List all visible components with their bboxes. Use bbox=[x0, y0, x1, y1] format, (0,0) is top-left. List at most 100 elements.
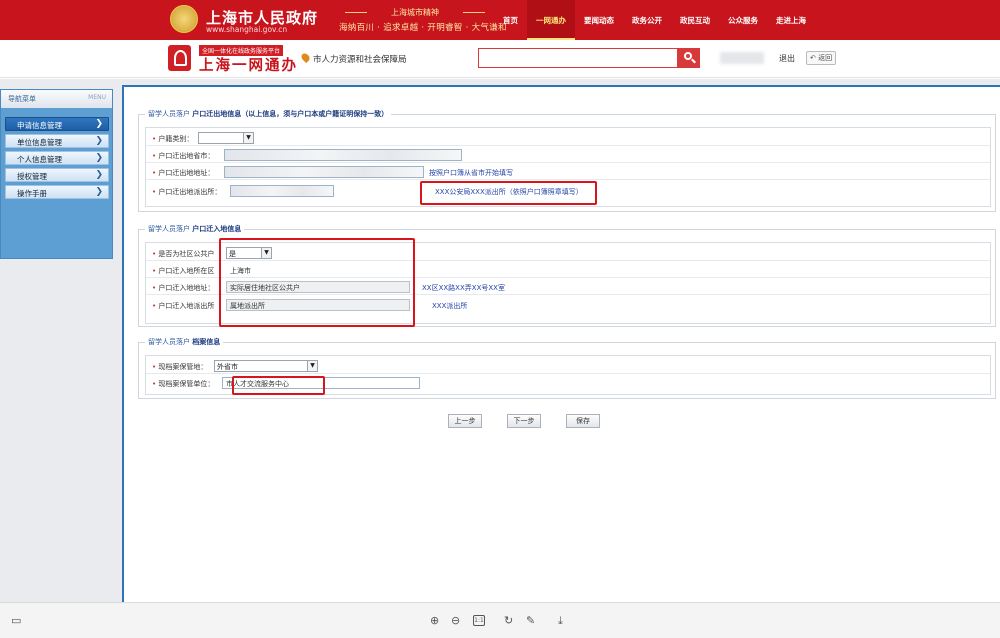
decorative-dash bbox=[345, 12, 367, 13]
province-city-row: • 户口迁出地省市： bbox=[146, 147, 990, 163]
immigration-address-hint: XX区XX路XX弄XX号XX室 bbox=[422, 284, 505, 292]
field-label: • 户口迁出地派出所： bbox=[152, 188, 222, 196]
legend-prefix: 留学人员落户 bbox=[148, 338, 190, 346]
back-button-label: 返回 bbox=[818, 54, 833, 62]
sidebar-item-manual[interactable]: 操作手册 ❯ bbox=[5, 185, 109, 199]
sidebar-header: 导航菜单 MENU bbox=[1, 90, 112, 108]
dropdown-arrow-icon: ▼ bbox=[243, 133, 253, 143]
field-label: • 户口迁出地省市： bbox=[152, 152, 215, 160]
sidebar-item-label: 个人信息管理 bbox=[17, 155, 62, 164]
field-label-text: 户口迁出地省市： bbox=[158, 152, 215, 160]
nav-public-service[interactable]: 公众服务 bbox=[719, 0, 767, 40]
select-value: 外省市 bbox=[217, 363, 238, 371]
save-button[interactable]: 保存 bbox=[566, 414, 600, 428]
hukou-type-row: • 户籍类别： ▼ bbox=[146, 130, 990, 146]
section-legend: 留学人员落户 户口迁出地信息（以上信息，须与户口本或户籍证明保持一致） bbox=[145, 109, 392, 119]
province-city-input[interactable] bbox=[224, 149, 462, 161]
search-input[interactable] bbox=[478, 48, 678, 68]
legend-title: 户口迁入地信息 bbox=[192, 225, 242, 233]
field-label-text: 户口迁出地地址： bbox=[158, 169, 215, 177]
government-url: www.shanghai.gov.cn bbox=[206, 25, 288, 34]
main-panel: 留学人员落户 户口迁出地信息（以上信息，须与户口本或户籍证明保持一致） • 户籍… bbox=[122, 85, 1000, 602]
hukou-type-select[interactable]: ▼ bbox=[198, 132, 254, 144]
nav-interaction[interactable]: 政民互动 bbox=[671, 0, 719, 40]
viewer-toolbar: ▭ ⊕ ⊖ 1:1 ↻ ✎ ⤓ bbox=[0, 602, 1000, 638]
platform-name[interactable]: 上海一网通办 bbox=[199, 54, 298, 75]
top-banner: 上海市人民政府 www.shanghai.gov.cn 上海城市精神 海纳百川 … bbox=[0, 0, 1000, 40]
nav-about-shanghai[interactable]: 走进上海 bbox=[767, 0, 815, 40]
dropdown-arrow-icon: ▼ bbox=[307, 361, 317, 371]
field-label-text: 户口迁入地派出所 bbox=[158, 302, 215, 310]
top-navigation: 首页 一网通办 要闻动态 政务公开 政民互动 公众服务 走进上海 bbox=[494, 0, 815, 40]
field-label: • 户口迁出地地址： bbox=[152, 169, 215, 177]
sidebar-item-unit[interactable]: 单位信息管理 ❯ bbox=[5, 134, 109, 148]
legend-prefix: 留学人员落户 bbox=[148, 225, 190, 233]
sidebar-item-label: 单位信息管理 bbox=[17, 138, 62, 147]
logout-link[interactable]: 退出 bbox=[779, 53, 795, 64]
highlight-box bbox=[420, 181, 597, 205]
next-step-button[interactable]: 下一步 bbox=[507, 414, 541, 428]
address-row: • 户口迁出地地址： 按照户口簿从省市开始填写 bbox=[146, 164, 990, 180]
field-label-text: 户口迁入地所在区 bbox=[158, 267, 215, 275]
yiwangtongban-logo-icon[interactable] bbox=[168, 45, 191, 71]
highlight-box bbox=[219, 238, 415, 327]
sidebar-title: 导航菜单 bbox=[8, 95, 36, 103]
decorative-dash bbox=[463, 12, 485, 13]
nav-news[interactable]: 要闻动态 bbox=[575, 0, 623, 40]
sidebar-item-authorization[interactable]: 授权管理 ❯ bbox=[5, 168, 109, 182]
zoom-in-icon[interactable]: ⊕ bbox=[430, 614, 439, 627]
field-label-text: 户籍类别： bbox=[158, 135, 194, 143]
legend-title: 户口迁出地信息（以上信息，须与户口本或户籍证明保持一致） bbox=[192, 110, 389, 118]
sidebar-item-personal[interactable]: 个人信息管理 ❯ bbox=[5, 151, 109, 165]
archive-place-select[interactable]: 外省市 ▼ bbox=[214, 360, 318, 372]
nav-yiwangtongban[interactable]: 一网通办 bbox=[527, 0, 575, 40]
field-label: • 是否为社区公共户 bbox=[152, 250, 215, 258]
rotate-icon[interactable]: ↻ bbox=[504, 614, 513, 627]
search-icon-handle bbox=[691, 58, 696, 64]
field-label-text: 现档案保管单位： bbox=[158, 380, 215, 388]
panel-toggle-icon[interactable]: ▭ bbox=[11, 614, 21, 627]
archive-place-row: • 现档案保管地： 外省市 ▼ bbox=[146, 358, 990, 374]
platform-bar: 全国一体化在线政务服务平台 上海一网通办 市人力资源和社会保障局 退出 ↶ 返回 bbox=[0, 40, 1000, 78]
sidebar-menu-tag: MENU bbox=[88, 94, 106, 101]
edit-pencil-icon[interactable]: ✎ bbox=[526, 614, 535, 627]
field-label: • 户籍类别： bbox=[152, 135, 194, 143]
zoom-out-icon[interactable]: ⊖ bbox=[451, 614, 460, 627]
immigration-police-hint: XXX派出所 bbox=[432, 302, 468, 310]
emigration-police-station-input[interactable] bbox=[230, 185, 334, 197]
search-button[interactable] bbox=[678, 48, 700, 68]
legend-prefix: 留学人员落户 bbox=[148, 110, 190, 118]
city-spirit-heading: 上海城市精神 bbox=[345, 7, 485, 17]
highlight-box bbox=[232, 376, 325, 395]
download-icon[interactable]: ⤓ bbox=[558, 614, 563, 628]
field-label-text: 户口迁出地派出所： bbox=[158, 188, 222, 196]
chevron-right-icon: ❯ bbox=[95, 187, 103, 197]
sidebar-item-application[interactable]: 申请信息管理 ❯ bbox=[5, 117, 109, 131]
field-label-text: 现档案保管地： bbox=[158, 363, 208, 371]
field-label: • 现档案保管单位： bbox=[152, 380, 215, 388]
section-legend: 留学人员落户 档案信息 bbox=[145, 337, 224, 347]
prev-step-button[interactable]: 上一步 bbox=[448, 414, 482, 428]
chevron-right-icon: ❯ bbox=[95, 170, 103, 180]
emigration-address-input[interactable] bbox=[224, 166, 424, 178]
sidebar: 导航菜单 MENU 申请信息管理 ❯ 单位信息管理 ❯ 个人信息管理 ❯ 授权管… bbox=[0, 89, 113, 259]
field-label: • 户口迁入地所在区 bbox=[152, 267, 215, 275]
field-label-text: 户口迁入地地址： bbox=[158, 284, 215, 292]
back-button[interactable]: ↶ 返回 bbox=[806, 51, 837, 65]
field-label: • 户口迁入地地址： bbox=[152, 284, 215, 292]
government-emblem-icon bbox=[170, 5, 198, 33]
sidebar-item-label: 申请信息管理 bbox=[17, 121, 62, 130]
nav-home[interactable]: 首页 bbox=[494, 0, 527, 40]
organization-name: 市人力资源和社会保障局 bbox=[313, 55, 407, 65]
location-pin-icon bbox=[299, 51, 312, 64]
legend-title: 档案信息 bbox=[192, 338, 221, 346]
field-label-text: 是否为社区公共户 bbox=[158, 250, 215, 258]
nav-gov-affairs[interactable]: 政务公开 bbox=[623, 0, 671, 40]
city-spirit-slogan: 海纳百川 · 追求卓越 · 开明睿智 · 大气谦和 bbox=[339, 23, 507, 33]
chevron-right-icon: ❯ bbox=[95, 153, 103, 163]
field-label: • 现档案保管地： bbox=[152, 363, 208, 371]
actual-size-icon[interactable]: 1:1 bbox=[473, 615, 485, 626]
user-name-redacted bbox=[720, 52, 764, 64]
section-legend: 留学人员落户 户口迁入地信息 bbox=[145, 224, 245, 234]
sidebar-item-label: 操作手册 bbox=[17, 189, 47, 198]
